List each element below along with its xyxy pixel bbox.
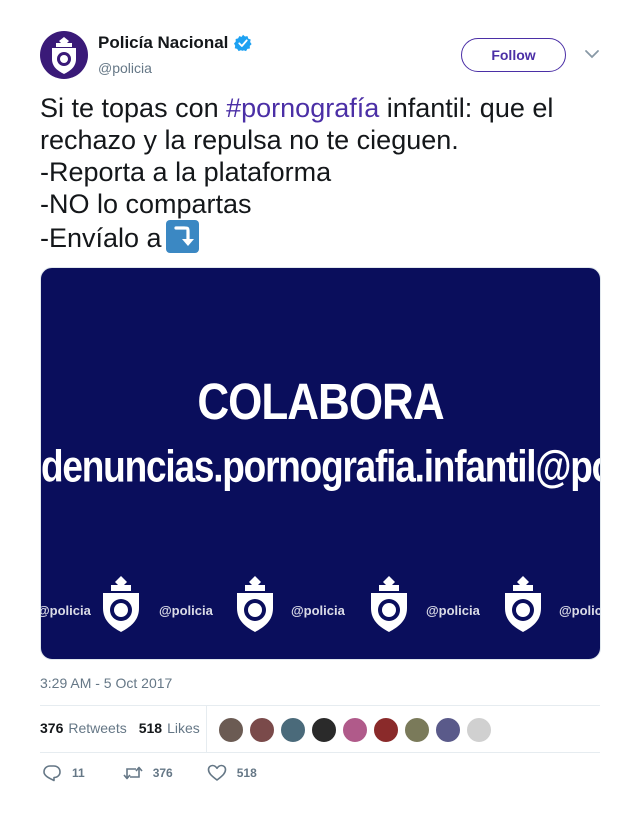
avatar[interactable] xyxy=(280,717,306,743)
follow-button[interactable]: Follow xyxy=(461,38,566,72)
watermark-text: @policia xyxy=(426,603,480,618)
tweet-timestamp[interactable]: 3:29 AM - 5 Oct 2017 xyxy=(40,675,172,691)
tweet-actions: 11 376 518 xyxy=(42,764,277,782)
reply-button[interactable]: 11 xyxy=(42,764,85,782)
avatar[interactable] xyxy=(40,31,88,79)
police-crest-icon xyxy=(52,37,76,74)
avatar[interactable] xyxy=(373,717,399,743)
watermark-text: @policia xyxy=(40,603,91,618)
media-title: COLABORA xyxy=(197,374,444,431)
avatar[interactable] xyxy=(249,717,275,743)
watermark-text: @policia xyxy=(559,603,601,618)
account-name-row: Policía Nacional xyxy=(98,33,253,53)
liker-avatars xyxy=(218,717,497,743)
avatar[interactable] xyxy=(342,717,368,743)
police-crest-icon xyxy=(237,576,273,632)
tweet-text-segment: infantil: que el xyxy=(379,93,554,123)
chevron-down-icon[interactable] xyxy=(584,48,600,60)
like-button[interactable]: 518 xyxy=(207,764,257,782)
arrow-curving-down-icon xyxy=(165,220,199,253)
media-watermark-strip: @policia @policia @policia @policia @pol… xyxy=(41,568,600,638)
hashtag-link[interactable]: #pornografía xyxy=(226,93,379,123)
heart-icon xyxy=(207,764,227,781)
tweet-media-image[interactable]: COLABORA denuncias.pornografia.infantil@… xyxy=(40,267,601,660)
tweet-text: Si te topas con #pornografía infantil: q… xyxy=(40,92,610,254)
tweet-line-2: rechazo y la repulsa no te cieguen. xyxy=(40,125,459,155)
police-crest-icon xyxy=(505,576,541,632)
likes-count: 518 xyxy=(138,720,163,736)
divider xyxy=(40,705,600,706)
avatar[interactable] xyxy=(435,717,461,743)
avatar[interactable] xyxy=(466,717,492,743)
retweets-stat[interactable]: 376 Retweets xyxy=(40,720,127,736)
media-email: denuncias.pornografia.infantil@policia.e… xyxy=(41,441,600,491)
retweets-label: Retweets xyxy=(68,720,127,736)
retweet-icon xyxy=(123,766,143,780)
avatar[interactable] xyxy=(218,717,244,743)
avatar[interactable] xyxy=(404,717,430,743)
reply-icon xyxy=(43,765,61,782)
reply-count: 11 xyxy=(72,766,85,780)
verified-badge-icon xyxy=(234,34,253,52)
watermark-text: @policia xyxy=(291,603,345,618)
retweet-count: 376 xyxy=(152,766,173,780)
likes-label: Likes xyxy=(167,720,200,736)
retweet-button[interactable]: 376 xyxy=(123,764,173,782)
divider xyxy=(206,706,207,752)
watermark-text: @policia xyxy=(159,603,213,618)
tweet-line-4: -NO lo compartas xyxy=(40,189,252,219)
divider xyxy=(40,752,600,753)
police-crest-icon xyxy=(371,576,407,632)
tweet-line-5: -Envíalo a xyxy=(40,220,610,254)
like-count: 518 xyxy=(236,766,257,780)
account-handle[interactable]: @policia xyxy=(98,60,152,76)
account-name[interactable]: Policía Nacional xyxy=(98,33,228,53)
tweet-card: Policía Nacional @policia Follow Si te t… xyxy=(0,0,640,814)
tweet-text-segment: -Envíalo a xyxy=(40,223,162,253)
tweet-stats: 376 Retweets 518 Likes xyxy=(40,720,200,736)
avatar[interactable] xyxy=(311,717,337,743)
tweet-text-segment: Si te topas con xyxy=(40,93,227,123)
likes-stat[interactable]: 518 Likes xyxy=(139,720,200,736)
retweets-count: 376 xyxy=(40,720,64,736)
tweet-line-1: Si te topas con #pornografía infantil: q… xyxy=(40,92,610,124)
tweet-line-3: -Reporta a la plataforma xyxy=(40,157,332,187)
police-crest-icon xyxy=(103,576,139,632)
